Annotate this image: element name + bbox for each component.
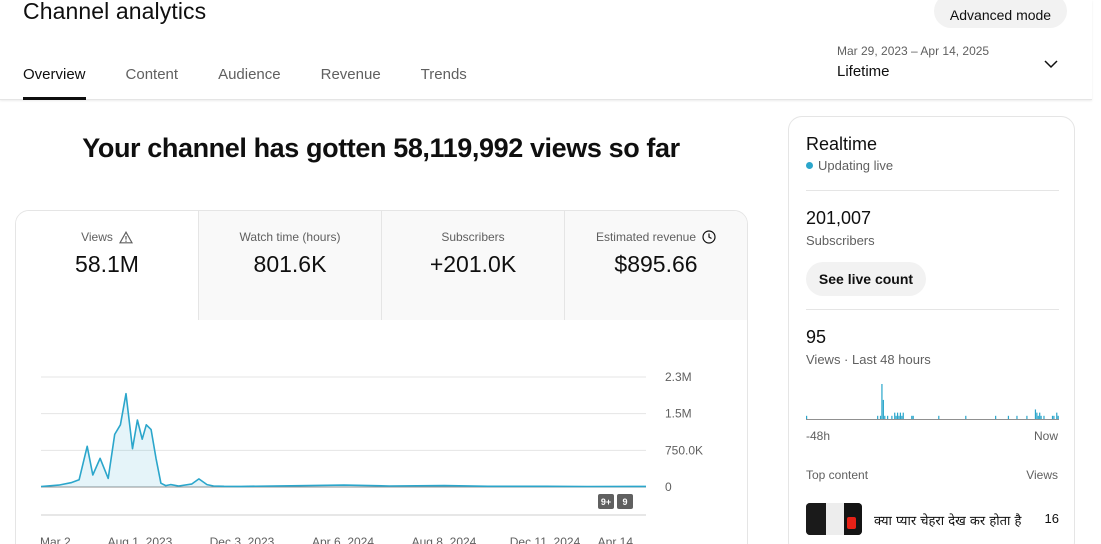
header: Channel analytics Advanced mode Overview… bbox=[0, 0, 1092, 100]
page-title: Channel analytics bbox=[23, 0, 207, 24]
views-label: Views · Last 48 hours bbox=[806, 352, 931, 367]
live-status: Updating live bbox=[806, 158, 893, 173]
realtime-bar bbox=[902, 412, 904, 419]
realtime-bar bbox=[1043, 415, 1045, 419]
realtime-bar bbox=[1037, 415, 1039, 419]
x-tick-label: Aug 1, 2023 bbox=[108, 535, 173, 544]
live-dot-icon bbox=[806, 162, 813, 169]
x-tick-label: Aug 8, 2024 bbox=[412, 535, 477, 544]
realtime-bar bbox=[898, 415, 900, 419]
views-count: 95 bbox=[806, 327, 827, 347]
metric-label: Watch time (hours) bbox=[239, 230, 341, 244]
metric-label: Estimated revenue bbox=[595, 230, 697, 244]
realtime-bar bbox=[881, 384, 883, 419]
top-content-item[interactable]: क्या प्यार चेहरा देख कर होता है 16 bbox=[806, 503, 1059, 535]
x-tick-label: Apr 6, 2024 bbox=[312, 535, 374, 544]
realtime-card: Realtime Updating live 201,007 Subscribe… bbox=[788, 116, 1075, 544]
metric-value: +201.0K bbox=[429, 251, 517, 277]
metric-revenue[interactable]: Estimated revenue $895.66 bbox=[564, 211, 747, 320]
realtime-bar bbox=[1053, 415, 1055, 419]
tab-audience[interactable]: Audience bbox=[218, 66, 281, 100]
realtime-bar bbox=[1016, 415, 1018, 419]
metric-tabs: Views 58.1M Watch time (hours) 801.6K Su… bbox=[16, 211, 747, 320]
realtime-bar bbox=[1036, 412, 1038, 419]
date-range: Mar 29, 2023 – Apr 14, 2025 bbox=[837, 44, 990, 58]
x-tick-label: Mar 2... bbox=[40, 535, 81, 544]
metric-value: 58.1M bbox=[75, 251, 139, 277]
divider bbox=[806, 309, 1059, 310]
realtime-bar bbox=[1057, 415, 1059, 419]
tab-trends[interactable]: Trends bbox=[421, 66, 467, 100]
mini-axis-start: -48h bbox=[806, 429, 831, 443]
realtime-bar bbox=[806, 415, 808, 419]
y-tick-label: 0 bbox=[665, 480, 672, 494]
realtime-bar bbox=[877, 415, 879, 419]
metric-value: $895.66 bbox=[614, 251, 698, 277]
realtime-bar bbox=[1056, 412, 1058, 419]
realtime-bar bbox=[896, 412, 899, 419]
top-content-label: Top content bbox=[806, 468, 869, 482]
realtime-bar bbox=[899, 412, 902, 419]
metric-label: Views bbox=[81, 230, 113, 244]
tab-content[interactable]: Content bbox=[126, 66, 179, 100]
marker-label: 9 bbox=[622, 497, 627, 507]
realtime-bar bbox=[894, 412, 896, 419]
realtime-bar bbox=[965, 415, 967, 419]
realtime-bar bbox=[1040, 415, 1042, 419]
metric-label: Subscribers bbox=[441, 230, 505, 244]
see-live-count-button[interactable]: See live count bbox=[806, 262, 926, 296]
x-tick-label: Dec 11, 2024 bbox=[510, 535, 581, 544]
realtime-bar bbox=[1039, 412, 1041, 419]
metric-views[interactable]: Views 58.1M bbox=[16, 211, 198, 320]
realtime-bar bbox=[891, 415, 893, 419]
metric-watch-time[interactable]: Watch time (hours) 801.6K bbox=[198, 211, 381, 320]
views-chart[interactable]: 2.3M 1.5M 750.0K 0 9+ 9 Mar 2... Aug 1, 2023 Dec… bbox=[16, 320, 748, 544]
views-column-label: Views bbox=[1026, 468, 1058, 482]
realtime-bar bbox=[884, 415, 886, 419]
chevron-down-icon bbox=[1044, 60, 1058, 69]
realtime-bar bbox=[911, 415, 913, 419]
marker-label: 9+ bbox=[601, 497, 611, 507]
y-tick-label: 2.3M bbox=[665, 370, 692, 384]
video-title[interactable]: क्या प्यार चेहरा देख कर होता है bbox=[874, 511, 1024, 529]
realtime-bar bbox=[887, 415, 889, 419]
video-views: 16 bbox=[1044, 511, 1059, 526]
overview-card: Views 58.1M Watch time (hours) 801.6K Su… bbox=[15, 210, 748, 544]
live-status-text: Updating live bbox=[818, 158, 894, 173]
realtime-bar bbox=[901, 415, 903, 419]
realtime-bar bbox=[1051, 415, 1054, 419]
x-tick-label: Dec 3, 2023 bbox=[210, 535, 275, 544]
realtime-bar-chart[interactable] bbox=[806, 379, 1059, 421]
tab-bar: Overview Content Audience Revenue Trends bbox=[23, 66, 507, 100]
realtime-bar bbox=[895, 415, 897, 419]
advanced-mode-button[interactable]: Advanced mode bbox=[934, 0, 1067, 28]
divider bbox=[806, 190, 1059, 191]
realtime-bar bbox=[1034, 409, 1037, 419]
realtime-bar bbox=[912, 415, 914, 419]
tab-revenue[interactable]: Revenue bbox=[321, 66, 381, 100]
subscribers-count: 201,007 bbox=[806, 208, 872, 228]
date-range-picker[interactable]: Mar 29, 2023 – Apr 14, 2025 Lifetime bbox=[837, 44, 1063, 88]
realtime-bar bbox=[1007, 415, 1010, 419]
y-tick-label: 750.0K bbox=[665, 443, 703, 457]
warning-icon[interactable] bbox=[118, 230, 133, 244]
headline: Your channel has gotten 58,119,992 views… bbox=[82, 133, 680, 163]
subscribers-label: Subscribers bbox=[806, 233, 875, 248]
realtime-bar bbox=[938, 415, 940, 419]
clock-icon[interactable] bbox=[702, 230, 716, 244]
mini-axis-end: Now bbox=[1033, 429, 1058, 443]
realtime-bar bbox=[882, 399, 884, 419]
metric-value: 801.6K bbox=[253, 251, 327, 277]
video-thumbnail[interactable] bbox=[806, 503, 862, 535]
date-period: Lifetime bbox=[837, 63, 890, 80]
y-tick-label: 1.5M bbox=[665, 407, 692, 421]
realtime-title: Realtime bbox=[806, 134, 878, 154]
realtime-bar bbox=[879, 415, 882, 419]
metric-subscribers[interactable]: Subscribers +201.0K bbox=[381, 211, 564, 320]
realtime-bar bbox=[995, 415, 997, 419]
x-tick-label: Apr 14... bbox=[598, 535, 643, 544]
realtime-bar bbox=[1026, 415, 1028, 419]
tab-overview[interactable]: Overview bbox=[23, 66, 86, 100]
